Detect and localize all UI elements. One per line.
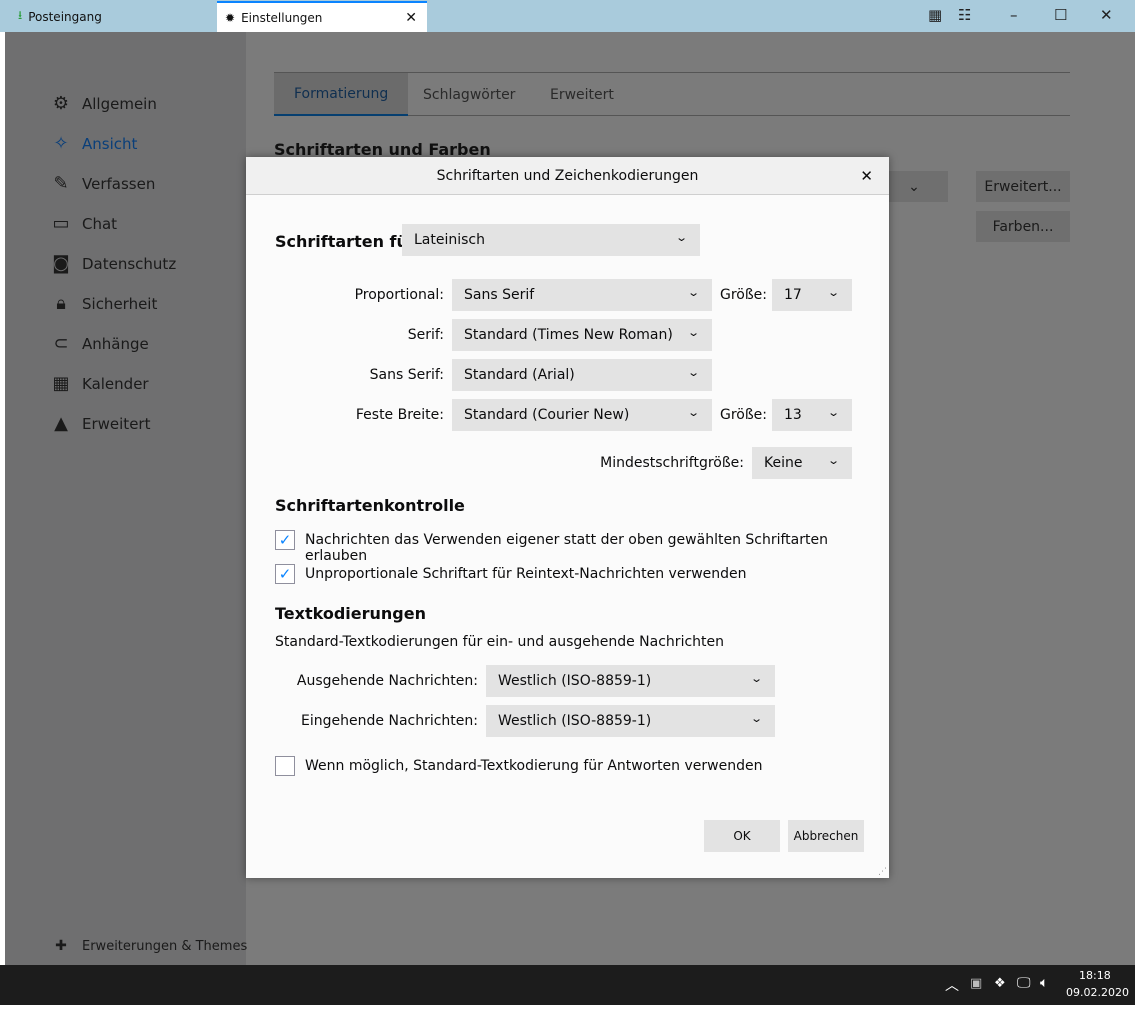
- tab-einstellungen[interactable]: ✹ Einstellungen ✕: [217, 1, 427, 32]
- size-label: Größe:: [720, 287, 768, 303]
- reply-encoding-label[interactable]: Wenn möglich, Standard-Textkodierung für…: [305, 758, 762, 774]
- sans-serif-select[interactable]: Standard (Arial) ⌄: [452, 359, 712, 391]
- colors-button[interactable]: Farben...: [976, 211, 1070, 242]
- paperclip-icon: ⊂: [53, 333, 69, 354]
- sidebar-item-ansicht[interactable]: ✧ Ansicht: [50, 133, 137, 154]
- content-tabs: Formatierung Schlagwörter Erweitert: [274, 72, 1070, 116]
- fonts-for-select[interactable]: Lateinisch ⌄: [402, 224, 700, 256]
- close-icon[interactable]: ✕: [860, 167, 873, 185]
- incoming-encoding-select[interactable]: Westlich (ISO-8859-1) ⌄: [486, 705, 775, 737]
- monospace-plaintext-checkbox[interactable]: ✓: [275, 564, 295, 584]
- tab-formatierung[interactable]: Formatierung: [274, 73, 409, 116]
- chevron-down-icon: ⌄: [686, 326, 700, 339]
- serif-label: Serif:: [407, 327, 444, 343]
- chevron-down-icon: ⌄: [686, 406, 700, 419]
- camera-icon[interactable]: ▣: [970, 976, 982, 991]
- calendar-icon[interactable]: ▦: [928, 6, 942, 24]
- chevron-down-icon: ⌄: [686, 286, 700, 299]
- tab-posteingang[interactable]: ⭳ Posteingang: [10, 1, 210, 32]
- sidebar-item-addons[interactable]: ✚ Erweiterungen & Themes: [50, 938, 247, 954]
- encoding-description: Standard-Textkodierungen für ein- und au…: [275, 634, 724, 650]
- sidebar-item-anhaenge[interactable]: ⊂ Anhänge: [50, 333, 148, 354]
- gear-icon: ⚙: [52, 93, 70, 114]
- fonts-dialog: Schriftarten und Zeichenkodierungen ✕ Sc…: [246, 157, 889, 878]
- dialog-header: Schriftarten und Zeichenkodierungen ✕: [246, 157, 889, 195]
- chevron-down-icon: ⌄: [674, 231, 688, 244]
- sidebar-item-kalender[interactable]: ▦ Kalender: [50, 373, 148, 394]
- font-select-bg[interactable]: ⌄: [880, 171, 948, 202]
- proportional-label: Proportional:: [354, 287, 444, 303]
- tab-erweitert[interactable]: Erweitert: [530, 73, 634, 116]
- tab-schlagwoerter[interactable]: Schlagwörter: [403, 73, 535, 116]
- chevron-down-icon: ⌄: [686, 366, 700, 379]
- volume-icon[interactable]: 🔈︎: [1040, 975, 1048, 991]
- tasks-icon[interactable]: ☷: [958, 6, 971, 24]
- sidebar-item-datenschutz[interactable]: ◙ Datenschutz: [50, 253, 176, 274]
- close-window-button[interactable]: ✕: [1100, 6, 1113, 24]
- tab-bar: ⭳ Posteingang ✹ Einstellungen ✕ ▦ ☷ – ☐ ✕: [0, 0, 1135, 32]
- check-icon: ✓: [278, 531, 292, 549]
- gear-icon: ✹: [225, 10, 236, 25]
- allow-own-fonts-checkbox[interactable]: ✓: [275, 530, 295, 550]
- minimize-button[interactable]: –: [1010, 6, 1018, 24]
- advanced-button[interactable]: Erweitert...: [976, 171, 1070, 202]
- proportional-select[interactable]: Sans Serif ⌄: [452, 279, 712, 311]
- outgoing-label: Ausgehende Nachrichten:: [296, 673, 478, 689]
- resize-grip-icon[interactable]: ⋰: [878, 867, 887, 877]
- sidebar-item-chat[interactable]: ▭ Chat: [50, 213, 117, 234]
- incoming-label: Eingehende Nachrichten:: [301, 713, 478, 729]
- size-label: Größe:: [720, 407, 768, 423]
- chevron-down-icon: ⌄: [826, 286, 840, 299]
- check-icon: ✓: [278, 565, 292, 583]
- allow-own-fonts-label[interactable]: Nachrichten das Verwenden eigener statt …: [305, 532, 889, 564]
- min-size-select[interactable]: Keine ⌄: [752, 447, 852, 479]
- monospace-size-select[interactable]: 13 ⌄: [772, 399, 852, 431]
- dialog-title: Schriftarten und Zeichenkodierungen: [436, 167, 699, 184]
- maximize-button[interactable]: ☐: [1054, 6, 1067, 24]
- calendar-icon: ▦: [52, 373, 70, 394]
- sidebar-item-allgemein[interactable]: ⚙ Allgemein: [50, 93, 157, 114]
- lock-icon: 🔒︎: [56, 293, 66, 314]
- ok-button[interactable]: OK: [704, 820, 780, 852]
- clock-time[interactable]: 18:18: [1079, 969, 1111, 982]
- inbox-icon: ⭳: [18, 8, 23, 22]
- chat-icon: ▭: [52, 213, 70, 234]
- proportional-size-select[interactable]: 17 ⌄: [772, 279, 852, 311]
- taskbar: ︿ ▣ ❖ 🖵︎ 🔈︎ 18:18 09.02.2020: [0, 965, 1135, 1005]
- monospace-label: Feste Breite:: [355, 407, 444, 423]
- mask-icon: ◙: [52, 253, 70, 274]
- close-tab-icon[interactable]: ✕: [405, 10, 417, 26]
- font-control-heading: Schriftartenkontrolle: [275, 496, 465, 515]
- chevron-down-icon: ⌄: [826, 406, 840, 419]
- sans-serif-label: Sans Serif:: [369, 367, 444, 383]
- serif-select[interactable]: Standard (Times New Roman) ⌄: [452, 319, 712, 351]
- clock-date[interactable]: 09.02.2020: [1066, 986, 1129, 999]
- min-size-label: Mindestschriftgröße:: [600, 455, 744, 471]
- encoding-heading: Textkodierungen: [275, 604, 426, 623]
- dropbox-icon[interactable]: ❖: [994, 976, 1006, 991]
- monospace-plaintext-label[interactable]: Unproportionale Schriftart für Reintext-…: [305, 566, 747, 582]
- monospace-select[interactable]: Standard (Courier New) ⌄: [452, 399, 712, 431]
- sidebar: [5, 32, 246, 965]
- pencil-icon: ✎: [53, 173, 69, 194]
- wizard-hat-icon: ▲: [54, 413, 68, 434]
- sparkle-icon: ✧: [53, 133, 69, 154]
- reply-encoding-checkbox[interactable]: [275, 756, 295, 776]
- fonts-for-label: Schriftarten für: [275, 232, 416, 251]
- sidebar-item-sicherheit[interactable]: 🔒︎ Sicherheit: [50, 293, 157, 314]
- chevron-up-icon[interactable]: ︿: [945, 975, 959, 995]
- puzzle-icon: ✚: [55, 938, 67, 954]
- outgoing-encoding-select[interactable]: Westlich (ISO-8859-1) ⌄: [486, 665, 775, 697]
- sidebar-item-erweitert[interactable]: ▲ Erweitert: [50, 413, 150, 434]
- chevron-down-icon: ⌄: [826, 454, 840, 467]
- network-icon[interactable]: 🖵︎: [1017, 975, 1031, 991]
- cancel-button[interactable]: Abbrechen: [788, 820, 864, 852]
- chevron-down-icon: ⌄: [749, 672, 763, 685]
- chevron-down-icon: ⌄: [749, 712, 763, 725]
- sidebar-item-verfassen[interactable]: ✎ Verfassen: [50, 173, 155, 194]
